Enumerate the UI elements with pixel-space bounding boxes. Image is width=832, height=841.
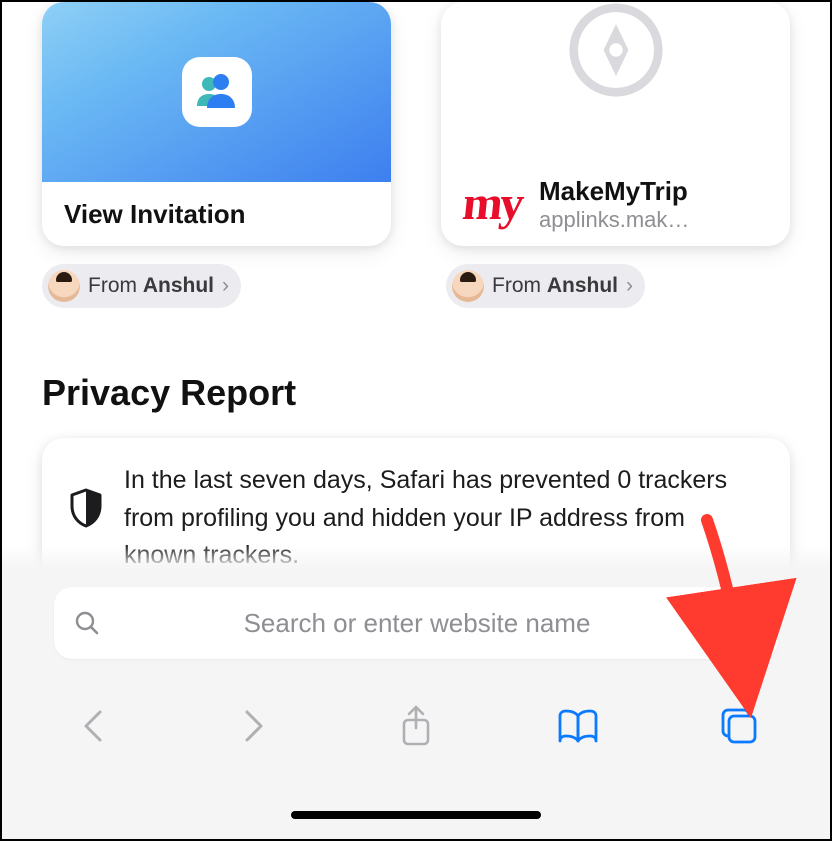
shared-cards-row: View Invitation my MakeMyTrip applinks.m…: [2, 2, 830, 246]
mic-icon[interactable]: [734, 608, 758, 638]
bookmarks-button[interactable]: [533, 696, 623, 756]
search-icon: [74, 610, 100, 636]
invitation-card-label: View Invitation: [42, 182, 391, 246]
from-label: From Anshul: [492, 274, 618, 298]
compass-icon: [568, 2, 664, 98]
home-indicator[interactable]: [291, 811, 541, 819]
back-button[interactable]: [48, 696, 138, 756]
shared-invitation-card[interactable]: View Invitation: [42, 2, 391, 246]
link-card-hero: [441, 2, 790, 162]
share-button[interactable]: [371, 696, 461, 756]
privacy-report-heading: Privacy Report: [42, 372, 296, 414]
makemytrip-logo: my: [461, 187, 523, 221]
share-icon: [398, 704, 434, 748]
link-card-footer: my MakeMyTrip applinks.mak…: [441, 162, 790, 246]
from-label: From Anshul: [88, 274, 214, 298]
shared-from-pill[interactable]: From Anshul ›: [42, 264, 241, 308]
chevron-left-icon: [78, 706, 108, 746]
shield-icon: [70, 488, 102, 528]
tabs-button[interactable]: [694, 696, 784, 756]
shared-from-pill[interactable]: From Anshul ›: [446, 264, 645, 308]
address-bar[interactable]: Search or enter website name: [54, 587, 778, 659]
chevron-right-icon: ›: [222, 274, 229, 298]
tabs-icon: [719, 706, 759, 746]
chevron-right-icon: [239, 706, 269, 746]
book-icon: [556, 708, 600, 744]
browser-chrome-bottom: Search or enter website name: [2, 569, 830, 839]
link-card-subtitle: applinks.mak…: [539, 207, 689, 233]
shared-link-card-makemytrip[interactable]: my MakeMyTrip applinks.mak…: [441, 2, 790, 246]
link-card-title: MakeMyTrip: [539, 176, 689, 207]
address-bar-placeholder: Search or enter website name: [114, 608, 720, 639]
avatar: [48, 270, 80, 302]
group-icon: [182, 57, 252, 127]
chevron-right-icon: ›: [626, 274, 633, 298]
avatar: [452, 270, 484, 302]
forward-button[interactable]: [209, 696, 299, 756]
safari-start-page: View Invitation my MakeMyTrip applinks.m…: [0, 0, 832, 841]
invitation-card-hero: [42, 2, 391, 182]
bottom-toolbar: [2, 681, 830, 771]
